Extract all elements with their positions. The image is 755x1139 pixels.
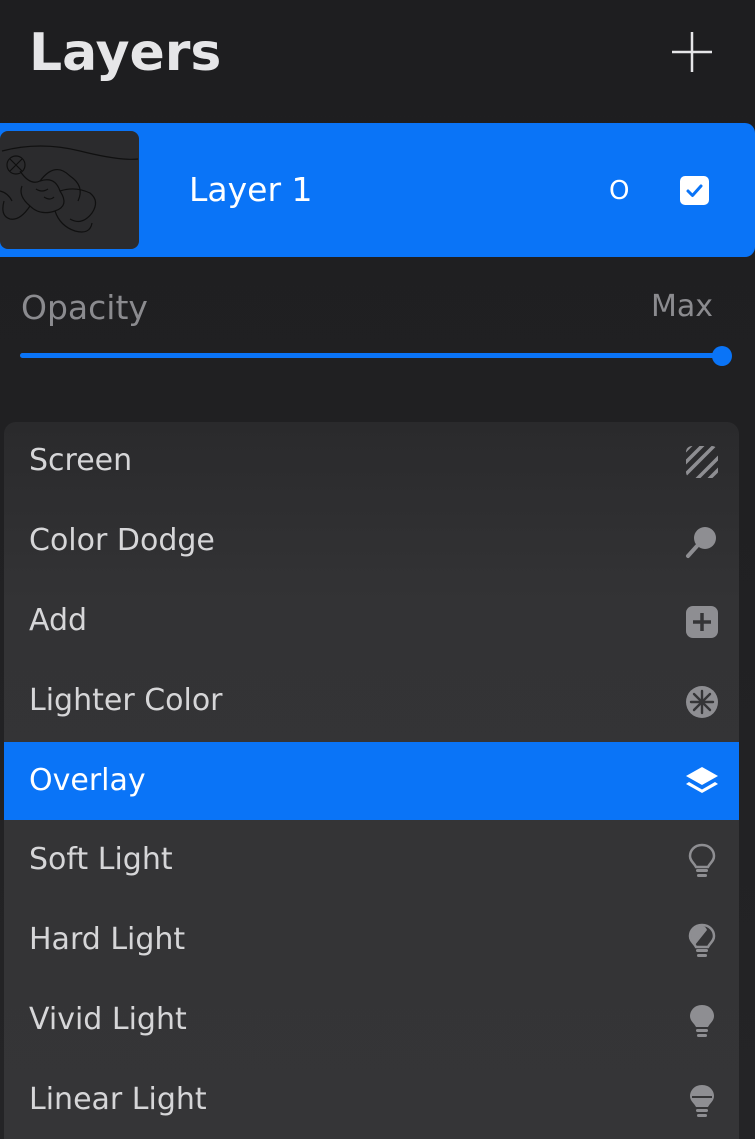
layer-visibility-checkbox[interactable] bbox=[680, 176, 709, 205]
blend-mode-label: Hard Light bbox=[29, 922, 186, 957]
blend-mode-add[interactable]: Add bbox=[4, 582, 739, 660]
bulb-half-icon bbox=[683, 922, 721, 960]
blend-mode-label: Lighter Color bbox=[29, 683, 223, 718]
bulb-filled-icon bbox=[683, 1002, 721, 1040]
checkmark-icon bbox=[686, 184, 703, 197]
plus-square-icon bbox=[683, 603, 721, 641]
opacity-slider[interactable] bbox=[20, 340, 732, 370]
bulb-lined-icon bbox=[683, 1082, 721, 1120]
bulb-outline-icon bbox=[683, 842, 721, 880]
blend-mode-label: Linear Light bbox=[29, 1082, 207, 1117]
blend-mode-label: Color Dodge bbox=[29, 523, 215, 558]
blend-mode-label: Overlay bbox=[29, 763, 146, 798]
slider-fill bbox=[20, 353, 722, 358]
plus-icon bbox=[672, 32, 712, 72]
blend-mode-label: Screen bbox=[29, 443, 133, 478]
blend-mode-label: Vivid Light bbox=[29, 1002, 187, 1037]
blend-mode-list: Screen Color Dodge Add Lighter Color Overlay… bbox=[4, 422, 739, 1139]
sketch-thumbnail bbox=[0, 145, 139, 233]
layers-header: Layers bbox=[0, 0, 755, 120]
opacity-label: Opacity bbox=[21, 288, 148, 327]
blend-mode-screen[interactable]: Screen bbox=[4, 422, 739, 500]
blend-mode-label: Soft Light bbox=[29, 842, 173, 877]
layer-row-layer-1[interactable]: Layer 1 O bbox=[0, 123, 755, 257]
layer-name[interactable]: Layer 1 bbox=[189, 163, 313, 217]
add-layer-button[interactable] bbox=[668, 28, 716, 76]
slider-knob[interactable] bbox=[712, 346, 732, 366]
layers-stack-icon bbox=[683, 763, 721, 801]
blend-mode-lighter-color[interactable]: Lighter Color bbox=[4, 662, 739, 740]
opacity-value: Max bbox=[650, 289, 713, 324]
magnifier-icon bbox=[683, 523, 721, 561]
blend-mode-button[interactable]: O bbox=[609, 171, 629, 211]
blend-mode-label: Add bbox=[29, 603, 88, 638]
layer-thumbnail[interactable] bbox=[0, 131, 139, 249]
starburst-icon bbox=[683, 683, 721, 721]
blend-mode-hard-light[interactable]: Hard Light bbox=[4, 901, 739, 979]
hatched-square-icon bbox=[683, 443, 721, 481]
blend-mode-linear-light[interactable]: Linear Light bbox=[4, 1061, 739, 1139]
blend-mode-vivid-light[interactable]: Vivid Light bbox=[4, 981, 739, 1059]
layers-panel: Layers Layer 1 O Opacity Max Screen Colo… bbox=[0, 0, 755, 1139]
blend-mode-soft-light[interactable]: Soft Light bbox=[4, 821, 739, 899]
blend-mode-color-dodge[interactable]: Color Dodge bbox=[4, 502, 739, 580]
panel-title: Layers bbox=[29, 23, 222, 83]
blend-mode-overlay[interactable]: Overlay bbox=[4, 742, 739, 820]
